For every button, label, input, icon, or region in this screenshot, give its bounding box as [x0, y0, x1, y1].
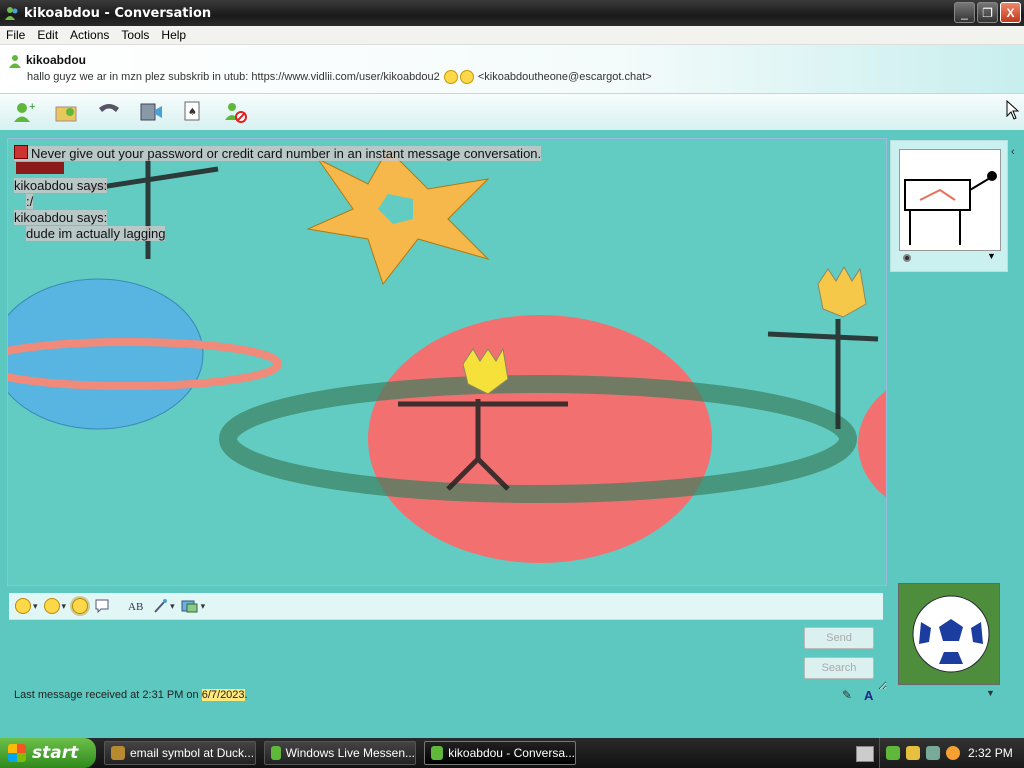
clock: 2:32 PM [968, 746, 1013, 760]
taskbar-item-duckduckgo[interactable]: email symbol at Duck... [104, 741, 256, 765]
taskbar-item-messenger[interactable]: Windows Live Messen... [264, 741, 416, 765]
network-icon[interactable] [926, 746, 940, 760]
task-label: Windows Live Messen... [285, 746, 415, 760]
window-title: kikoabdou - Conversation [24, 5, 212, 21]
message-sender: kikoabdou says: [14, 178, 108, 193]
nudge-button[interactable] [72, 598, 89, 614]
chevron-down-icon[interactable]: ▼ [986, 688, 995, 698]
thinking-emoticon-icon [443, 70, 458, 84]
security-shield-icon[interactable] [906, 746, 920, 760]
windows-logo-icon [8, 744, 26, 762]
send-button[interactable]: Send [804, 627, 874, 649]
divider-bar [16, 162, 64, 174]
my-display-picture[interactable] [898, 583, 1000, 685]
soccer-ball-image [899, 584, 999, 684]
messenger-tray-icon[interactable] [886, 746, 900, 760]
browser-icon [111, 746, 125, 760]
mouse-cursor-icon [1006, 100, 1020, 120]
video-icon[interactable] [134, 98, 168, 126]
start-label: start [32, 743, 79, 763]
online-status-icon [9, 55, 21, 68]
chevron-down-icon[interactable]: ▼ [987, 251, 996, 261]
message-text: :/ [26, 194, 34, 209]
maximize-button[interactable]: ❐ [977, 2, 998, 23]
font-style-button[interactable]: AB [128, 598, 146, 614]
handwriting-icon[interactable]: ✎ [842, 688, 852, 702]
menu-tools[interactable]: Tools [115, 28, 155, 42]
font-icon: AB [128, 601, 143, 613]
close-button[interactable]: X [1000, 2, 1021, 23]
svg-text:♠: ♠ [188, 107, 197, 118]
block-icon[interactable] [218, 98, 252, 126]
svg-text:AB: AB [128, 601, 143, 613]
menu-help[interactable]: Help [155, 28, 192, 42]
nudge-icon [72, 598, 89, 614]
message-input[interactable] [9, 620, 887, 690]
warning-icon [14, 145, 28, 159]
conversation-history[interactable]: Never give out your password or credit c… [7, 138, 887, 586]
contact-picture-panel: ▼ [890, 140, 1008, 272]
title-bar: kikoabdou - Conversation _ ❐ X [0, 0, 1024, 26]
conversation-icon [431, 746, 444, 760]
wink-button[interactable]: ▾ [43, 598, 66, 614]
background-button[interactable]: ▾ [152, 598, 175, 614]
send-file-button[interactable]: ▾ [181, 598, 205, 614]
webcam-icon[interactable] [901, 253, 913, 265]
search-icon[interactable] [946, 746, 960, 760]
grin-emoticon-icon [459, 70, 474, 84]
contact-email: <kikoabdoutheone@escargot.chat> [477, 70, 652, 83]
stick-figure-drawing [900, 150, 1000, 250]
system-tray: 2:32 PM [879, 738, 1024, 768]
contact-header: kikoabdou hallo guyz we ar in mzn plez s… [0, 45, 1024, 94]
message-text: dude im actually lagging [26, 226, 166, 241]
taskbar-item-conversation[interactable]: kikoabdou - Conversa... [424, 741, 576, 765]
messenger-icon [271, 746, 281, 760]
chat-transcript: Never give out your password or credit c… [14, 145, 542, 242]
wink-icon [43, 598, 60, 614]
games-icon[interactable]: ♠ [176, 98, 210, 126]
security-warning-text: Never give out your password or credit c… [31, 146, 542, 161]
invite-icon[interactable]: + [8, 98, 42, 126]
task-label: kikoabdou - Conversa... [448, 746, 575, 760]
contact-name: kikoabdou [26, 53, 87, 67]
messenger-icon [5, 7, 18, 20]
security-warning: Never give out your password or credit c… [14, 145, 542, 161]
smile-icon [15, 598, 31, 614]
call-icon[interactable] [92, 98, 126, 126]
voice-clip-icon [95, 599, 109, 614]
emoticon-button[interactable]: ▾ [15, 598, 38, 614]
menu-edit[interactable]: Edit [31, 28, 64, 42]
action-toolbar: + ♠ [0, 94, 1024, 130]
taskbar: start email symbol at Duck... Windows Li… [0, 738, 1024, 768]
collapse-panel-icon[interactable]: ‹ [1011, 146, 1015, 158]
status-date: 6/7/2023 [201, 689, 245, 701]
font-button[interactable]: A [864, 688, 873, 703]
minimize-button[interactable]: _ [954, 2, 975, 23]
keyboard-icon[interactable] [856, 746, 874, 762]
contact-display-picture[interactable] [899, 149, 1001, 251]
share-files-icon[interactable] [50, 98, 84, 126]
menu-file[interactable]: File [0, 28, 31, 42]
voice-clip-button[interactable] [94, 598, 110, 614]
menu-actions[interactable]: Actions [64, 28, 115, 42]
status-suffix: . [244, 689, 248, 701]
search-button[interactable]: Search [804, 657, 874, 679]
personal-message: hallo guyz we ar in mzn plez subskrib in… [27, 70, 652, 84]
send-image-icon [181, 600, 198, 613]
svg-text:+: + [29, 101, 35, 113]
status-text: Last message received at 2:31 PM on [14, 689, 202, 701]
personal-message-text: hallo guyz we ar in mzn plez subskrib in… [27, 70, 440, 83]
composer-toolbar: ▾ ▾ AB ▾ ▾ [9, 593, 883, 620]
last-message-status: Last message received at 2:31 PM on 6/7/… [14, 689, 248, 701]
paintbrush-icon [154, 599, 168, 613]
task-label: email symbol at Duck... [130, 746, 255, 760]
menu-bar: File Edit Actions Tools Help [0, 26, 1024, 45]
message-sender: kikoabdou says: [14, 210, 108, 225]
start-button[interactable]: start [0, 738, 96, 768]
